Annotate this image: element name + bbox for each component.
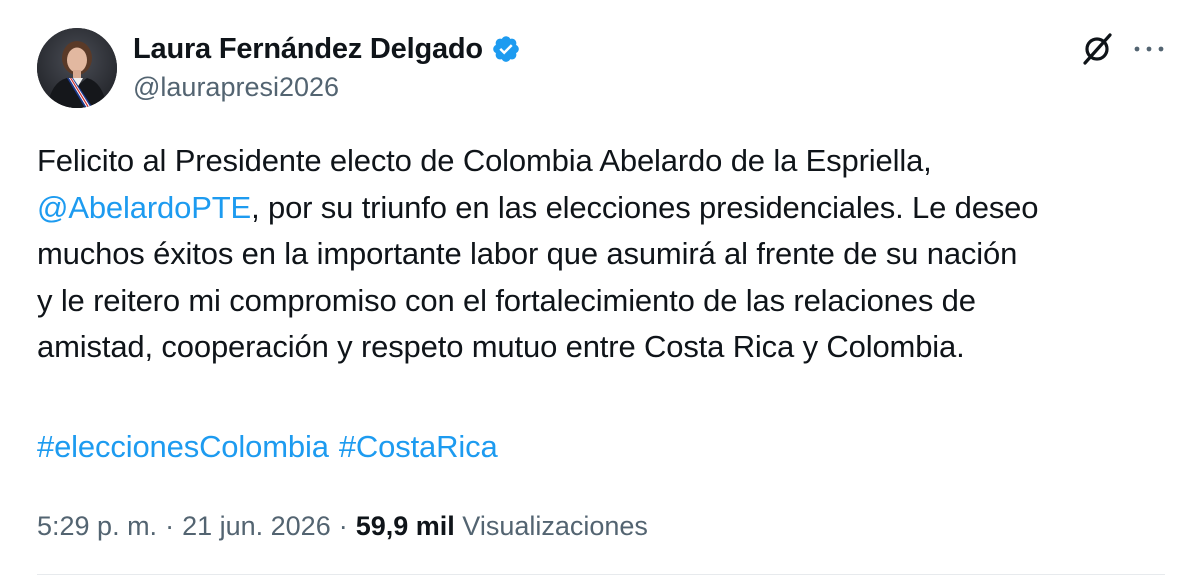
tweet-metadata: 5:29 p. m. · 21 jun. 2026 · 59,9 mil Visuali… <box>37 506 648 546</box>
divider <box>37 574 1165 575</box>
views-count: 59,9 mil <box>355 511 455 541</box>
separator-dot: · <box>165 511 175 541</box>
separator-dot: · <box>338 511 348 541</box>
hashtag-link[interactable]: #CostaRica <box>339 429 498 464</box>
avatar[interactable] <box>37 28 117 108</box>
tweet-text-line: @AbelardoPTE, por su triunfo en las elec… <box>37 185 1177 232</box>
verified-badge-icon[interactable] <box>491 34 521 64</box>
hashtag-link[interactable]: #eleccionesColombia <box>37 429 329 464</box>
tweet-text-line: y le reitero mi compromiso con el fortal… <box>37 282 976 318</box>
tweet-text-line: amistad, cooperación y respeto mutuo ent… <box>37 329 965 364</box>
tweet-text-line: Felicito al Presidente electo de Colombi… <box>37 143 932 178</box>
tweet-text: Felicito al Presidente electo de Colombi… <box>37 138 1177 371</box>
tweet-time[interactable]: 5:29 p. m. <box>37 511 157 541</box>
tweet-card: Laura Fernández Delgado @laurapresi2026 … <box>0 0 1202 578</box>
mention-link[interactable]: @AbelardoPTE <box>37 190 251 225</box>
profile-photo <box>37 28 117 108</box>
author-handle[interactable]: @laurapresi2026 <box>133 72 339 103</box>
views-label: Visualizaciones <box>462 511 648 541</box>
more-options-icon[interactable] <box>1132 42 1166 56</box>
author-display-name[interactable]: Laura Fernández Delgado <box>133 33 483 66</box>
tweet-text-fragment: , por su triunfo en las elecciones presi… <box>251 189 1039 225</box>
grok-icon[interactable] <box>1080 32 1114 66</box>
tweet-text-line: muchos éxitos en la importante labor que… <box>37 236 1018 271</box>
author-name-row: Laura Fernández Delgado <box>133 30 521 68</box>
hashtag-row: #eleccionesColombia #CostaRica <box>37 424 508 470</box>
tweet-date[interactable]: 21 jun. 2026 <box>182 511 331 541</box>
